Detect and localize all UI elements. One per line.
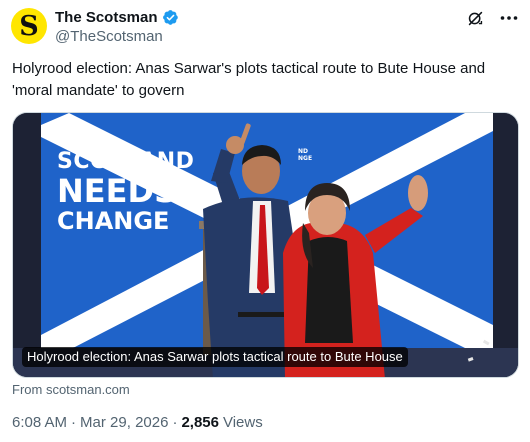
tweet-time[interactable]: 6:08 AM xyxy=(12,414,67,431)
more-icon[interactable] xyxy=(499,8,519,28)
card-source-link[interactable]: From scotsman.com xyxy=(12,382,130,397)
grok-icon[interactable] xyxy=(465,8,485,28)
author-name-row: The Scotsman xyxy=(55,9,179,26)
link-card[interactable]: SCOTLAND NEEDS CHANGE ND NGE Holyrood el… xyxy=(12,112,519,378)
author-display-name[interactable]: The Scotsman xyxy=(55,9,158,26)
avatar-logo-letter: S xyxy=(19,11,39,42)
avatar[interactable]: S xyxy=(11,8,47,44)
banner-slogan: SCOTLAND NEEDS CHANGE xyxy=(57,149,195,235)
slogan-line-3: CHANGE xyxy=(57,207,170,235)
more-dots xyxy=(500,16,518,20)
background-board-text: ND NGE xyxy=(298,148,312,162)
tweet-header-actions xyxy=(465,8,519,28)
author-handle[interactable]: @TheScotsman xyxy=(55,28,163,45)
meta-separator: · xyxy=(71,414,77,431)
slogan-line-1: SCOTLAND xyxy=(57,149,195,174)
board-line-1: ND xyxy=(298,148,309,155)
board-line-2: NGE xyxy=(298,155,313,162)
tweet-text: Holyrood election: Anas Sarwar's plots t… xyxy=(12,60,486,99)
verified-badge-icon xyxy=(162,10,178,25)
slogan-line-2: NEEDS xyxy=(57,172,178,210)
views-count: 2,856 xyxy=(181,414,219,431)
meta-separator: · xyxy=(172,414,178,431)
tweet-meta: 6:08 AM · Mar 29, 2026 · 2,856 Views xyxy=(12,414,263,431)
card-title-overlay: Holyrood election: Anas Sarwar plots tac… xyxy=(22,347,408,367)
tweet-date[interactable]: Mar 29, 2026 xyxy=(80,414,168,431)
views-label: Views xyxy=(222,414,263,431)
grok-glyph xyxy=(468,11,482,25)
